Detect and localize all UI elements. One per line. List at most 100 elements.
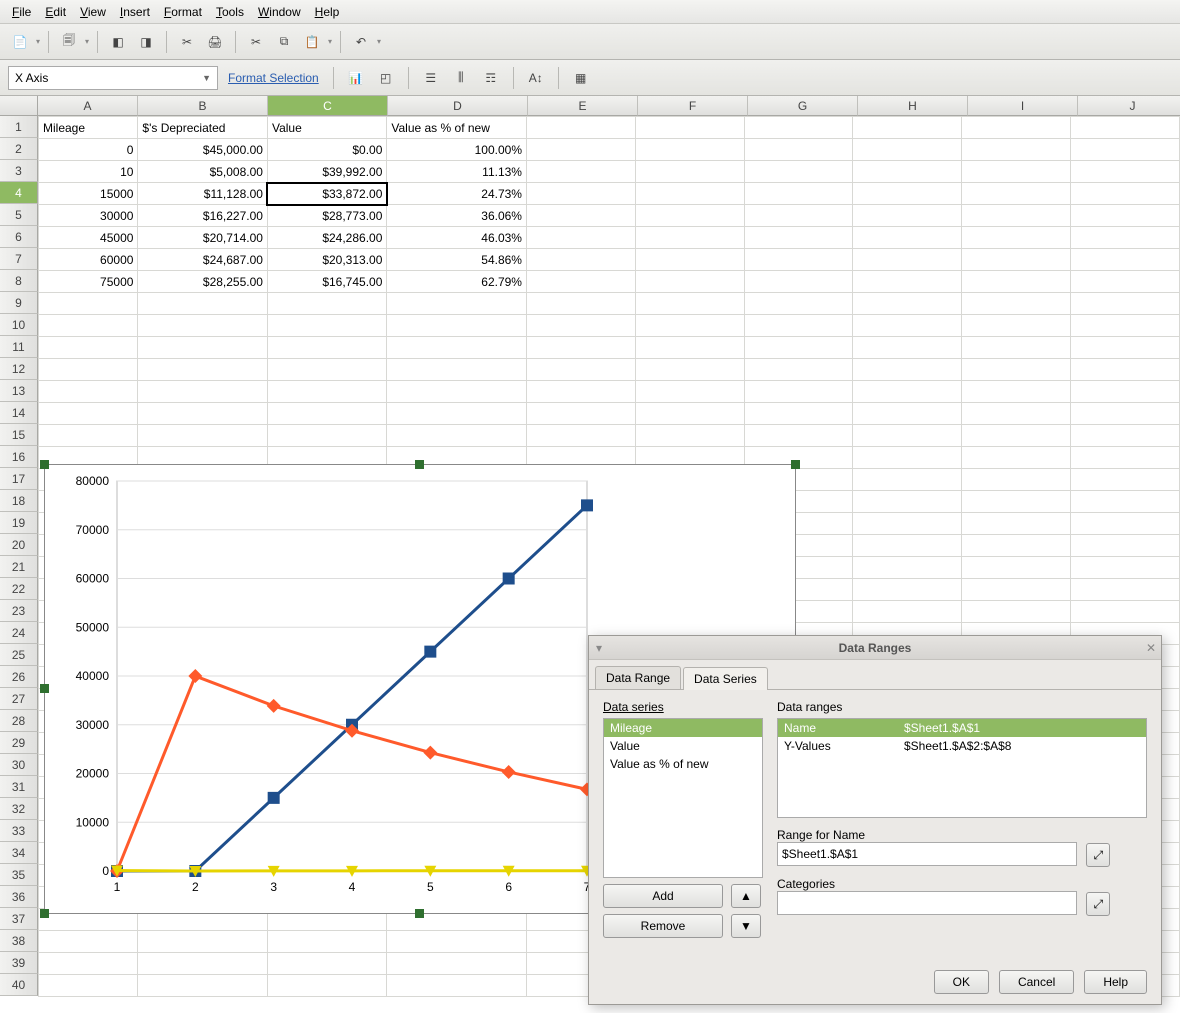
row-header-27[interactable]: 27 [0, 688, 38, 710]
row-header-2[interactable]: 2 [0, 138, 38, 160]
col-header-E[interactable]: E [528, 96, 638, 116]
row-header-31[interactable]: 31 [0, 776, 38, 798]
row-header-32[interactable]: 32 [0, 798, 38, 820]
row-header-3[interactable]: 3 [0, 160, 38, 182]
row-header-26[interactable]: 26 [0, 666, 38, 688]
align-icon[interactable]: ◧ [106, 30, 130, 54]
col-header-B[interactable]: B [138, 96, 268, 116]
add-button[interactable]: Add [603, 884, 723, 908]
categories-input[interactable] [777, 891, 1077, 915]
row-header-15[interactable]: 15 [0, 424, 38, 446]
series-item[interactable]: Value [604, 737, 762, 755]
row-header-17[interactable]: 17 [0, 468, 38, 490]
data-series-list[interactable]: MileageValueValue as % of new [603, 718, 763, 878]
col-header-J[interactable]: J [1078, 96, 1180, 116]
row-header-33[interactable]: 33 [0, 820, 38, 842]
menu-window[interactable]: Window [252, 3, 307, 21]
format-selection-button[interactable]: Format Selection [224, 69, 323, 87]
row-header-25[interactable]: 25 [0, 644, 38, 666]
chart-type-icon[interactable]: 📊 [344, 66, 368, 90]
row-header-28[interactable]: 28 [0, 710, 38, 732]
row-header-40[interactable]: 40 [0, 974, 38, 996]
row-header-10[interactable]: 10 [0, 314, 38, 336]
range-row[interactable]: Y-Values$Sheet1.$A$2:$A$8 [778, 737, 1146, 755]
new-doc-icon[interactable]: 📄 [8, 30, 32, 54]
menu-edit[interactable]: Edit [39, 3, 72, 21]
col-header-I[interactable]: I [968, 96, 1078, 116]
ok-button[interactable]: OK [934, 970, 989, 994]
data-table-icon[interactable]: ▦ [569, 66, 593, 90]
col-header-F[interactable]: F [638, 96, 748, 116]
help-button[interactable]: Help [1084, 970, 1147, 994]
move-up-button[interactable]: ▲ [731, 884, 761, 908]
row-header-4[interactable]: 4 [0, 182, 38, 204]
tab-data-series[interactable]: Data Series [683, 667, 768, 690]
chart-area-icon[interactable]: ◰ [374, 66, 398, 90]
select-all-corner[interactable] [0, 96, 38, 116]
col-header-C[interactable]: C [268, 96, 388, 116]
align2-icon[interactable]: ◨ [134, 30, 158, 54]
undo-icon[interactable]: ↶ [349, 30, 373, 54]
menu-file[interactable]: File [6, 3, 37, 21]
text-scale-icon[interactable]: A↕ [524, 66, 548, 90]
col-header-A[interactable]: A [38, 96, 138, 116]
row-header-8[interactable]: 8 [0, 270, 38, 292]
tab-data-range[interactable]: Data Range [595, 666, 681, 689]
series-item[interactable]: Value as % of new [604, 755, 762, 773]
menu-format[interactable]: Format [158, 3, 208, 21]
row-header-18[interactable]: 18 [0, 490, 38, 512]
cancel-button[interactable]: Cancel [999, 970, 1074, 994]
print-icon[interactable]: 🖨 [203, 30, 227, 54]
scissors-icon[interactable]: ✂ [244, 30, 268, 54]
row-header-9[interactable]: 9 [0, 292, 38, 314]
row-header-19[interactable]: 19 [0, 512, 38, 534]
row-header-39[interactable]: 39 [0, 952, 38, 974]
data-ranges-table[interactable]: Name$Sheet1.$A$1Y-Values$Sheet1.$A$2:$A$… [777, 718, 1147, 818]
menu-tools[interactable]: Tools [210, 3, 250, 21]
menu-view[interactable]: View [74, 3, 112, 21]
row-header-38[interactable]: 38 [0, 930, 38, 952]
row-header-35[interactable]: 35 [0, 864, 38, 886]
col-header-G[interactable]: G [748, 96, 858, 116]
row-header-29[interactable]: 29 [0, 732, 38, 754]
menu-insert[interactable]: Insert [114, 3, 156, 21]
col-header-H[interactable]: H [858, 96, 968, 116]
row-header-22[interactable]: 22 [0, 578, 38, 600]
range-for-name-input[interactable] [777, 842, 1077, 866]
grid-h-icon[interactable]: ☰ [419, 66, 443, 90]
cut-icon[interactable]: ✂ [175, 30, 199, 54]
row-header-23[interactable]: 23 [0, 600, 38, 622]
copy-icon[interactable]: ⧉ [272, 30, 296, 54]
row-header-12[interactable]: 12 [0, 358, 38, 380]
col-header-D[interactable]: D [388, 96, 528, 116]
shrink-categories-icon[interactable]: ⤢ [1086, 892, 1110, 916]
legend-icon[interactable]: ☶ [479, 66, 503, 90]
row-header-13[interactable]: 13 [0, 380, 38, 402]
row-header-24[interactable]: 24 [0, 622, 38, 644]
row-header-1[interactable]: 1 [0, 116, 38, 138]
dialog-titlebar[interactable]: ▾ Data Ranges ✕ [589, 636, 1161, 660]
row-header-21[interactable]: 21 [0, 556, 38, 578]
shrink-range-icon[interactable]: ⤢ [1086, 843, 1110, 867]
row-header-7[interactable]: 7 [0, 248, 38, 270]
row-header-34[interactable]: 34 [0, 842, 38, 864]
row-header-5[interactable]: 5 [0, 204, 38, 226]
row-header-36[interactable]: 36 [0, 886, 38, 908]
range-row[interactable]: Name$Sheet1.$A$1 [778, 719, 1146, 737]
menu-help[interactable]: Help [309, 3, 346, 21]
row-header-30[interactable]: 30 [0, 754, 38, 776]
series-item[interactable]: Mileage [604, 719, 762, 737]
move-down-button[interactable]: ▼ [731, 914, 761, 938]
paste-icon[interactable]: 📋 [300, 30, 324, 54]
close-icon[interactable]: ✕ [1141, 641, 1161, 655]
element-selector[interactable]: X Axis ▼ [8, 66, 218, 90]
row-header-6[interactable]: 6 [0, 226, 38, 248]
remove-button[interactable]: Remove [603, 914, 723, 938]
row-header-11[interactable]: 11 [0, 336, 38, 358]
row-header-14[interactable]: 14 [0, 402, 38, 424]
copy-doc-icon[interactable]: 🗐 [57, 30, 81, 54]
grid-v-icon[interactable]: ⫼ [449, 66, 473, 90]
row-header-37[interactable]: 37 [0, 908, 38, 930]
rollup-icon[interactable]: ▾ [589, 641, 609, 655]
row-header-20[interactable]: 20 [0, 534, 38, 556]
